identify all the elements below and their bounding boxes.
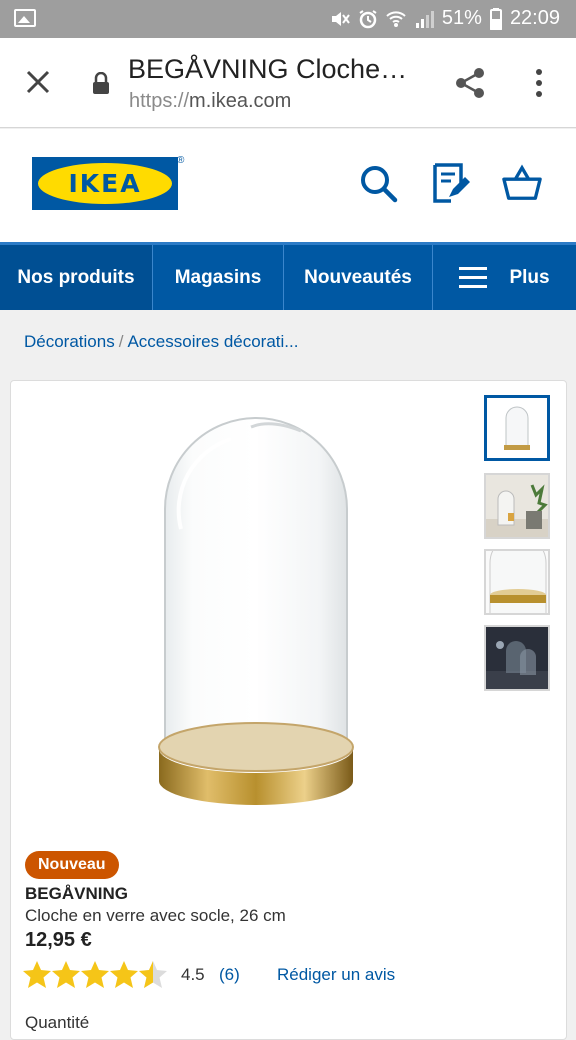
battery-percent: 51% xyxy=(441,7,482,29)
logo-text: IKEA xyxy=(68,169,142,198)
thumbnail-image xyxy=(504,406,530,450)
breadcrumb: Décorations / Accessoires décorati... xyxy=(24,332,298,352)
thumbnail-image xyxy=(486,627,548,689)
product-description: Cloche en verre avec socle, 26 cm xyxy=(25,906,286,925)
battery-icon xyxy=(489,7,502,30)
wifi-icon xyxy=(386,10,406,27)
url-protocol: https:// xyxy=(129,90,190,112)
url-bar: BEGÅVNING Cloche… https://m.ikea.com xyxy=(0,38,576,128)
half-star-icon xyxy=(139,961,167,988)
breadcrumb-accessoires[interactable]: Accessoires décorati... xyxy=(127,332,298,351)
status-right: 51% 22:09 xyxy=(330,7,560,30)
signal-icon xyxy=(415,10,434,28)
url-host: m.ikea.com xyxy=(189,90,292,112)
ikea-logo[interactable]: IKEA xyxy=(32,157,178,210)
registered-mark: ® xyxy=(177,155,185,166)
alarm-icon xyxy=(359,9,377,28)
product-card: Nouveau BEGÅVNING Cloche en verre avec s… xyxy=(10,380,567,1040)
page-url[interactable]: https://m.ikea.com xyxy=(129,90,291,113)
more-vert-icon[interactable] xyxy=(532,68,546,98)
rating-value: 4.5 xyxy=(181,965,205,984)
shopping-list-icon[interactable] xyxy=(431,163,471,203)
share-icon[interactable] xyxy=(453,66,487,100)
breadcrumb-decorations[interactable]: Décorations xyxy=(24,332,115,351)
lock-icon xyxy=(93,72,109,94)
nav-plus[interactable]: Plus xyxy=(433,245,576,310)
basket-icon[interactable] xyxy=(502,163,542,203)
nav-magasins[interactable]: Magasins xyxy=(153,245,284,310)
star-icon xyxy=(110,961,138,988)
thumbnail-1[interactable] xyxy=(484,395,550,461)
rating-stars xyxy=(23,961,167,988)
star-icon xyxy=(81,961,109,988)
nav-nouveautes[interactable]: Nouveautés xyxy=(284,245,433,310)
star-icon xyxy=(23,961,51,988)
thumbnail-2[interactable] xyxy=(484,473,550,539)
nav-plus-label: Plus xyxy=(509,266,550,288)
new-badge: Nouveau xyxy=(25,851,119,879)
search-icon[interactable] xyxy=(358,163,398,203)
product-image[interactable] xyxy=(151,409,361,819)
clock: 22:09 xyxy=(509,7,560,29)
thumbnail-image xyxy=(486,475,548,537)
product-name: BEGÅVNING xyxy=(25,884,128,903)
gallery-icon xyxy=(14,9,36,27)
write-review-link[interactable]: Rédiger un avis xyxy=(277,965,395,985)
thumbnail-image xyxy=(486,551,548,613)
nav-nos-produits[interactable]: Nos produits xyxy=(0,245,153,310)
rating-count[interactable]: (6) xyxy=(219,965,240,985)
main-nav: Nos produits Magasins Nouveautés Plus xyxy=(0,242,576,310)
thumbnail-3[interactable] xyxy=(484,549,550,615)
thumbnail-4[interactable] xyxy=(484,625,550,691)
breadcrumb-separator: / xyxy=(118,332,124,351)
menu-icon xyxy=(459,266,488,289)
star-icon xyxy=(52,961,80,988)
close-icon[interactable] xyxy=(24,68,52,96)
page-title[interactable]: BEGÅVNING Cloche… xyxy=(128,54,428,85)
quantity-label: Quantité xyxy=(25,1013,90,1032)
status-bar: 51% 22:09 xyxy=(0,0,576,38)
mute-icon xyxy=(331,11,350,26)
site-header: IKEA ® xyxy=(0,129,576,242)
product-price: 12,95 € xyxy=(25,929,92,951)
